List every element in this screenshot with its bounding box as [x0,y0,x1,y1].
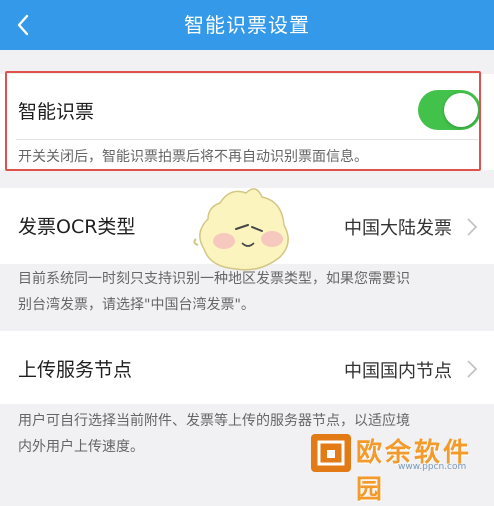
upload-node-value: 中国国内节点 [344,361,452,382]
invoice-ocr-label: 发票OCR类型 [18,216,136,238]
divider [16,139,478,140]
mascot-icon [193,188,289,271]
invoice-ocr-description-line2: 别台湾发票，请选择"中国台湾发票"。 [18,297,255,313]
upload-node-description-line1: 用户可自行选择当前附件、发票等上传的服务器节点，以适应境 [18,413,410,429]
smart-ticket-toggle[interactable] [418,90,481,130]
smart-ticket-description: 开关关闭后，智能识票拍票后将不再自动识别票面信息。 [18,149,368,165]
chevron-right-icon [467,218,478,236]
chevron-right-icon [467,360,478,378]
top-bar: 智能识票设置 [0,0,494,50]
toggle-knob [444,93,478,127]
invoice-ocr-value: 中国大陆发票 [344,218,452,239]
watermark-url: www.ppcn.com [398,462,467,472]
smart-ticket-label: 智能识票 [18,101,95,123]
watermark-logo-icon [311,434,351,472]
page-title: 智能识票设置 [184,13,310,37]
upload-node-label: 上传服务节点 [18,359,133,381]
